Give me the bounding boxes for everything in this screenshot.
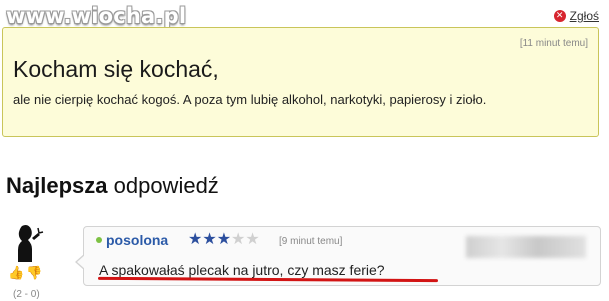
question-box: [11 minut temu] Kocham się kochać, ale n… xyxy=(2,27,599,137)
online-status-icon xyxy=(96,237,102,243)
report-label: Zgłoś xyxy=(569,9,599,23)
vote-score: (2 - 0) xyxy=(13,289,40,300)
vote-controls: 👍 👎 xyxy=(8,265,42,281)
question-body: ale nie cierpię kochać kogoś. A poza tym… xyxy=(13,92,487,107)
best-answer-heading-rest: odpowiedź xyxy=(107,173,219,198)
answer-text: A spakowałaś plecak na jutro, czy masz f… xyxy=(99,262,385,278)
question-timestamp: [11 minut temu] xyxy=(519,38,588,49)
speech-tail-inner xyxy=(77,255,85,269)
thumb-down-icon[interactable]: 👎 xyxy=(26,265,42,281)
blurred-region xyxy=(466,236,586,258)
answer-timestamp: [9 minut temu] xyxy=(279,236,343,247)
report-icon: ✕ xyxy=(553,10,566,22)
user-avatar[interactable] xyxy=(8,222,44,262)
best-answer-heading: Najlepsza odpowiedź xyxy=(6,173,219,199)
question-title: Kocham się kochać, xyxy=(13,56,219,82)
user-rating-stars: ★ ★ ★ ★ ★ xyxy=(188,231,260,247)
star-filled-icon: ★ xyxy=(202,229,217,248)
star-empty-icon: ★ xyxy=(231,229,246,248)
star-empty-icon: ★ xyxy=(245,229,260,248)
star-filled-icon: ★ xyxy=(216,229,232,248)
thumb-up-icon[interactable]: 👍 xyxy=(8,265,24,281)
answer-username[interactable]: posolona xyxy=(106,232,168,248)
site-watermark: www.wiocha.pl xyxy=(6,4,187,28)
report-link[interactable]: ✕ Zgłoś xyxy=(553,9,599,23)
star-filled-icon: ★ xyxy=(188,229,203,248)
best-answer-heading-bold: Najlepsza xyxy=(6,173,108,198)
